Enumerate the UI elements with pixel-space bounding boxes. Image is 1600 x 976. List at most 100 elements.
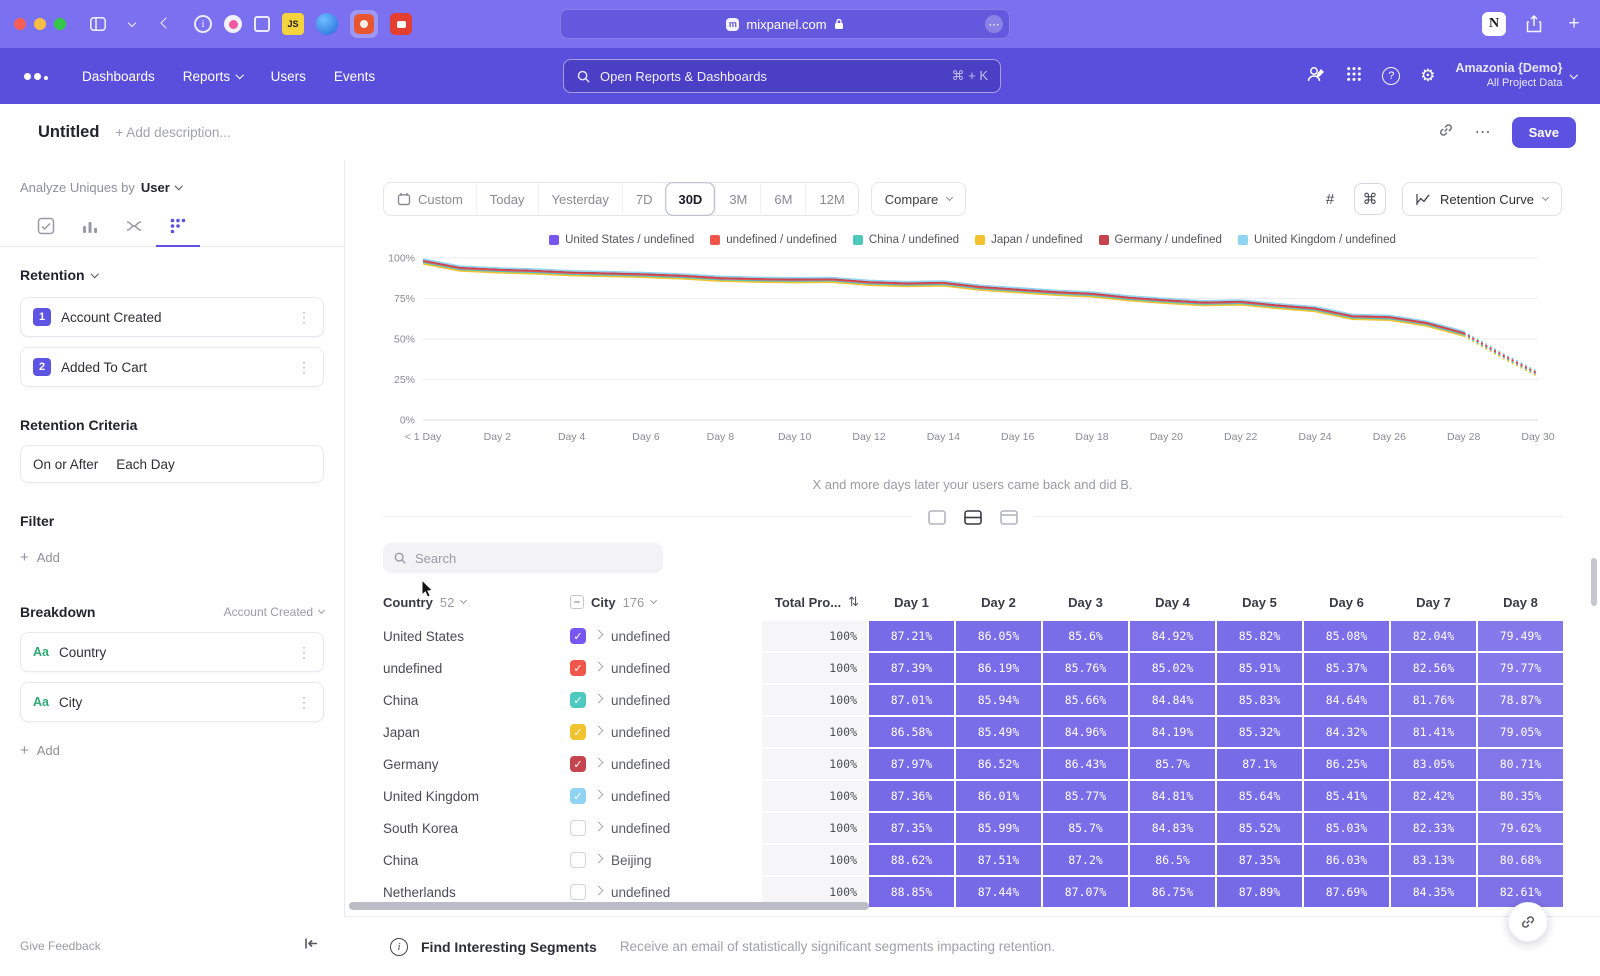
kebab-icon[interactable]: ⋮ (297, 644, 311, 661)
day-cell[interactable]: 87.51% (956, 845, 1041, 875)
breakdown-city[interactable]: Aa City ⋮ (20, 682, 324, 722)
day-cell[interactable]: 88.85% (869, 877, 954, 907)
expand-icon[interactable] (594, 854, 604, 864)
day-cell[interactable]: 84.83% (1130, 813, 1215, 843)
day-cell[interactable]: 87.01% (869, 685, 954, 715)
day-cell[interactable]: 84.84% (1130, 685, 1215, 715)
table-search[interactable] (383, 543, 663, 573)
day-column-header[interactable]: Day 3 (1043, 585, 1128, 619)
add-filter-button[interactable]: +Add (20, 549, 324, 566)
day-cell[interactable]: 84.35% (1391, 877, 1476, 907)
more-options-icon[interactable]: ⋯ (1475, 122, 1492, 142)
tab-menu-chevron[interactable] (120, 12, 144, 36)
select-all-checkbox[interactable]: – (570, 595, 584, 609)
retention-step-1[interactable]: 1 Account Created ⋮ (20, 297, 324, 337)
apps-grid-icon[interactable] (1346, 66, 1362, 87)
close-window-button[interactable] (14, 18, 26, 30)
row-checkbox[interactable]: ✓ (570, 660, 586, 676)
day-cell[interactable]: 85.02% (1130, 653, 1215, 683)
date-range-custom[interactable]: Custom (384, 182, 476, 216)
day-cell[interactable]: 86.03% (1304, 845, 1389, 875)
row-checkbox[interactable]: ✓ (570, 788, 586, 804)
criteria-card[interactable]: On or After Each Day (20, 445, 324, 483)
day-cell[interactable]: 87.35% (1217, 845, 1302, 875)
day-cell[interactable]: 78.87% (1478, 685, 1563, 715)
nav-item-reports[interactable]: Reports (183, 69, 243, 84)
nav-item-dashboards[interactable]: Dashboards (82, 69, 155, 84)
day-cell[interactable]: 87.89% (1217, 877, 1302, 907)
expand-icon[interactable] (594, 790, 604, 800)
day-cell[interactable]: 82.33% (1391, 813, 1476, 843)
pinned-tab-js-icon[interactable]: JS (282, 13, 304, 35)
copy-link-icon[interactable] (1437, 121, 1455, 144)
day-cell[interactable]: 85.99% (956, 813, 1041, 843)
day-column-header[interactable]: Day 5 (1217, 585, 1302, 619)
horizontal-scrollbar[interactable] (349, 902, 869, 910)
day-cell[interactable]: 85.64% (1217, 781, 1302, 811)
analyze-entity-select[interactable]: User (141, 180, 181, 195)
add-breakdown-button[interactable]: +Add (20, 742, 324, 759)
row-checkbox[interactable] (570, 884, 586, 900)
kebab-icon[interactable]: ⋮ (297, 694, 311, 711)
retention-section-header[interactable]: Retention (20, 267, 324, 283)
extensions-badge[interactable]: ⋯ (985, 15, 1003, 33)
tab-retention-icon[interactable] (156, 209, 200, 247)
legend-item[interactable]: undefined / undefined (710, 234, 837, 246)
day-cell[interactable]: 79.62% (1478, 813, 1563, 843)
pinned-tab-red-icon[interactable] (390, 13, 412, 35)
segments-title[interactable]: Find Interesting Segments (421, 939, 597, 955)
extension-n-icon[interactable]: N (1482, 12, 1506, 36)
day-cell[interactable]: 82.56% (1391, 653, 1476, 683)
breakdown-context-select[interactable]: Account Created (224, 605, 324, 619)
day-cell[interactable]: 85.82% (1217, 621, 1302, 651)
date-range-6m[interactable]: 6M (760, 182, 805, 216)
tab-insights-icon[interactable] (24, 209, 68, 246)
day-cell[interactable]: 84.64% (1304, 685, 1389, 715)
row-checkbox[interactable] (570, 820, 586, 836)
day-cell[interactable]: 85.91% (1217, 653, 1302, 683)
day-cell[interactable]: 86.05% (956, 621, 1041, 651)
day-column-header[interactable]: Day 8 (1478, 585, 1563, 619)
nav-item-events[interactable]: Events (334, 69, 375, 84)
day-cell[interactable]: 87.1% (1217, 749, 1302, 779)
annotations-button[interactable]: # (1314, 183, 1346, 215)
vertical-scrollbar[interactable] (1591, 558, 1597, 606)
total-column-header[interactable]: Total Pro... ⇅ (762, 585, 867, 619)
day-cell[interactable]: 85.49% (956, 717, 1041, 747)
pinned-tab-info-icon[interactable]: i (194, 15, 212, 33)
browser-sidebar-toggle[interactable] (86, 12, 110, 36)
day-cell[interactable]: 87.2% (1043, 845, 1128, 875)
legend-item[interactable]: Japan / undefined (975, 234, 1082, 246)
day-cell[interactable]: 82.42% (1391, 781, 1476, 811)
day-cell[interactable]: 85.32% (1217, 717, 1302, 747)
active-tab-orange-icon[interactable] (350, 10, 378, 38)
share-icon[interactable] (1522, 12, 1546, 36)
day-cell[interactable]: 84.81% (1130, 781, 1215, 811)
day-cell[interactable]: 84.92% (1130, 621, 1215, 651)
day-cell[interactable]: 84.32% (1304, 717, 1389, 747)
chart-type-select[interactable]: Retention Curve (1402, 182, 1562, 216)
city-column-header[interactable]: – City 176 (570, 585, 760, 619)
day-cell[interactable]: 79.05% (1478, 717, 1563, 747)
legend-item[interactable]: Germany / undefined (1099, 234, 1222, 246)
day-cell[interactable]: 87.07% (1043, 877, 1128, 907)
day-column-header[interactable]: Day 1 (869, 585, 954, 619)
add-description-link[interactable]: + Add description... (115, 125, 230, 140)
give-feedback-link[interactable]: Give Feedback (20, 939, 101, 953)
tab-flows-icon[interactable] (112, 209, 156, 246)
date-range-today[interactable]: Today (476, 182, 538, 216)
shortcuts-button[interactable]: ⌘ (1354, 183, 1386, 215)
day-cell[interactable]: 86.19% (956, 653, 1041, 683)
retention-step-2[interactable]: 2 Added To Cart ⋮ (20, 347, 324, 387)
legend-item[interactable]: United Kingdom / undefined (1238, 234, 1396, 246)
day-cell[interactable]: 87.39% (869, 653, 954, 683)
day-column-header[interactable]: Day 7 (1391, 585, 1476, 619)
expand-icon[interactable] (594, 694, 604, 704)
expand-icon[interactable] (594, 726, 604, 736)
day-cell[interactable]: 79.49% (1478, 621, 1563, 651)
day-cell[interactable]: 87.21% (869, 621, 954, 651)
day-cell[interactable]: 83.13% (1391, 845, 1476, 875)
legend-item[interactable]: United States / undefined (549, 234, 694, 246)
day-cell[interactable]: 85.03% (1304, 813, 1389, 843)
date-range-3m[interactable]: 3M (715, 182, 760, 216)
